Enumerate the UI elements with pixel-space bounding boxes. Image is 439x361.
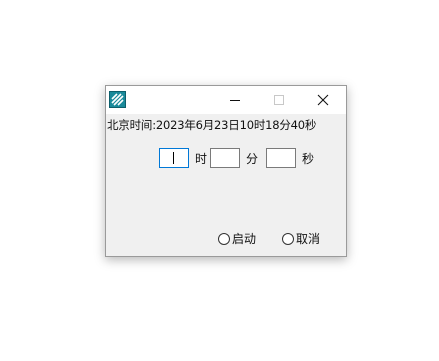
- start-radio[interactable]: 启动: [218, 230, 256, 247]
- app-icon: [109, 91, 126, 108]
- radio-circle-icon: [282, 232, 294, 245]
- close-button[interactable]: [300, 86, 346, 114]
- text-caret: [173, 152, 174, 164]
- second-input[interactable]: [266, 148, 296, 168]
- minimize-button[interactable]: [212, 86, 258, 114]
- maximize-icon: [274, 95, 284, 105]
- maximize-button[interactable]: [256, 86, 302, 114]
- hour-unit-label: 时: [195, 152, 208, 166]
- minute-input[interactable]: [210, 148, 240, 168]
- beijing-time-label: 北京时间:2023年6月23日10时18分40秒: [107, 118, 317, 132]
- start-radio-label: 启动: [232, 232, 257, 246]
- minute-unit-label: 分: [246, 152, 259, 166]
- hour-input[interactable]: [159, 148, 189, 168]
- second-unit-label: 秒: [302, 152, 315, 166]
- app-window: 北京时间:2023年6月23日10时18分40秒 时 分 秒 启动 取消: [105, 85, 347, 257]
- cancel-radio-label: 取消: [296, 232, 321, 246]
- minimize-icon: [230, 100, 240, 101]
- title-bar[interactable]: [106, 86, 346, 114]
- radio-circle-icon: [218, 232, 230, 245]
- cancel-radio[interactable]: 取消: [282, 230, 320, 247]
- close-icon: [317, 94, 329, 106]
